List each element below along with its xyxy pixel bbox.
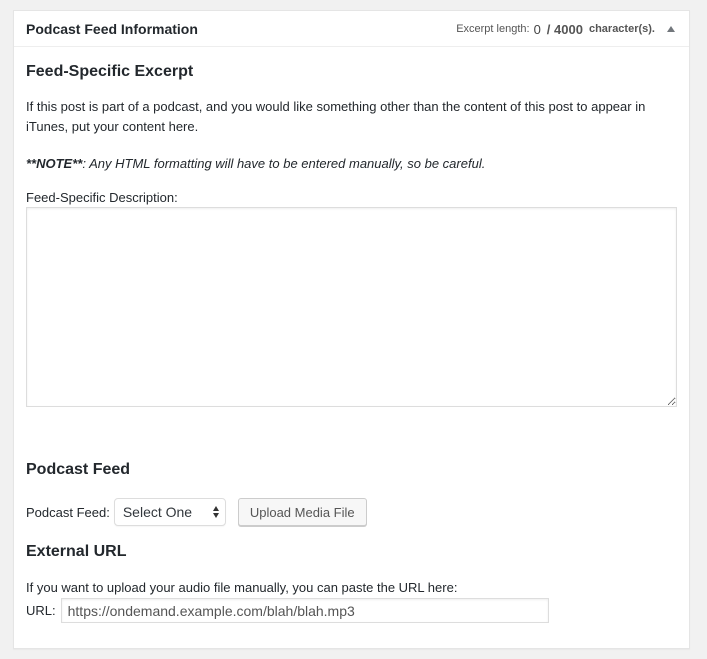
excerpt-length-count: 0 — [533, 21, 541, 37]
podcast-feed-heading: Podcast Feed — [26, 461, 131, 478]
podcast-feed-row: Podcast Feed: Select One Upload Media Fi… — [26, 498, 367, 526]
excerpt-heading: Feed-Specific Excerpt — [26, 63, 194, 80]
html-note: **NOTE**: Any HTML formatting will have … — [26, 154, 666, 174]
url-row: URL: — [26, 598, 549, 623]
url-label: URL: — [26, 603, 56, 618]
html-note-text: : Any HTML formatting will have to be en… — [82, 156, 486, 171]
excerpt-length-counter: Excerpt length: 0 / 4000 character(s). — [456, 11, 655, 47]
select-arrows-icon — [212, 506, 219, 518]
html-note-bold: **NOTE** — [26, 156, 83, 171]
metabox-title: Podcast Feed Information — [26, 20, 198, 37]
upload-media-button[interactable]: Upload Media File — [237, 498, 367, 526]
excerpt-intro-text: If this post is part of a podcast, and y… — [26, 99, 646, 134]
excerpt-length-unit: character(s). — [588, 23, 655, 35]
collapse-toggle-icon[interactable] — [663, 11, 679, 47]
podcast-feed-metabox: Podcast Feed Information Excerpt length:… — [13, 10, 690, 649]
feed-description-textarea[interactable] — [26, 207, 677, 407]
excerpt-length-label: Excerpt length: — [456, 23, 530, 35]
podcast-feed-select[interactable]: Select One — [113, 498, 226, 526]
url-input[interactable] — [60, 598, 549, 623]
metabox-header[interactable]: Podcast Feed Information Excerpt length:… — [14, 11, 689, 47]
external-url-help: If you want to upload your audio file ma… — [26, 580, 458, 595]
excerpt-length-max: / 4000 — [546, 21, 583, 37]
podcast-feed-selected-value: Select One — [122, 504, 193, 520]
podcast-feed-label: Podcast Feed: — [26, 504, 110, 520]
description-label: Feed-Specific Description: — [26, 190, 178, 205]
external-url-heading: External URL — [26, 543, 127, 560]
